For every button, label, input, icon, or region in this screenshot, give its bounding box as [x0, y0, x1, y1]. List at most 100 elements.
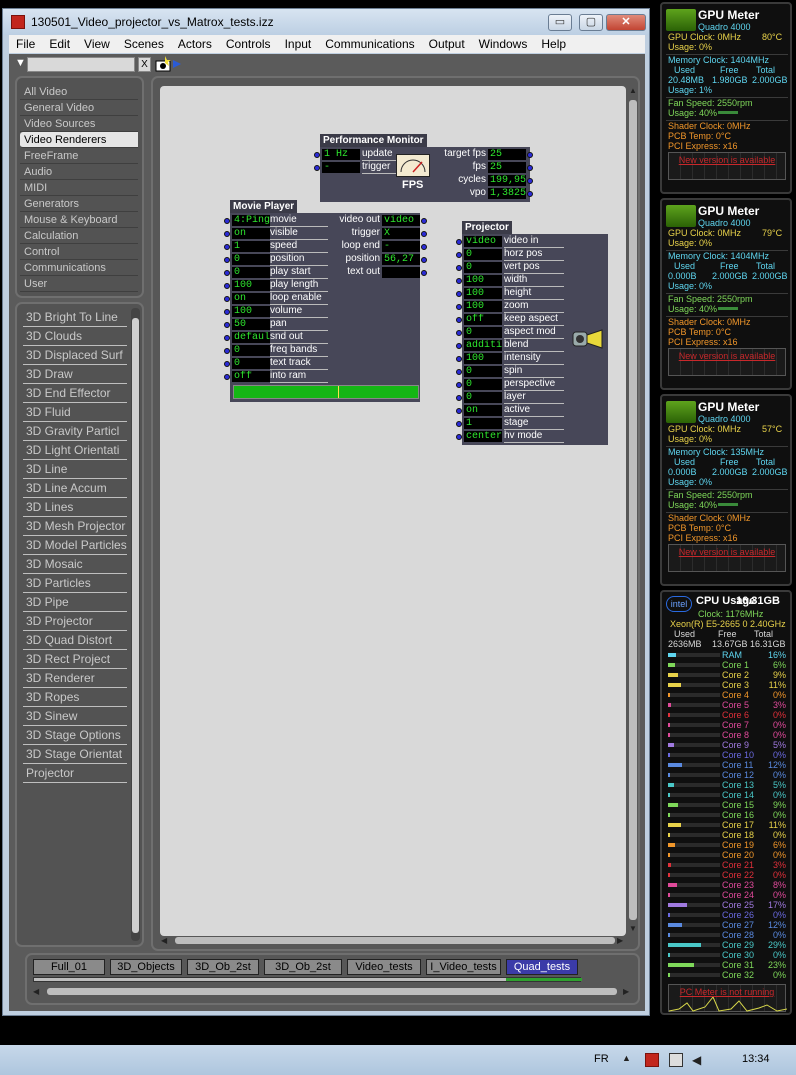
actor-list-item[interactable]: 3D Ropes: [23, 688, 127, 707]
input-port-dot[interactable]: [456, 343, 462, 349]
input-port-dot[interactable]: [224, 283, 230, 289]
menu-view[interactable]: View: [77, 35, 117, 52]
input-port-dot[interactable]: [314, 152, 320, 158]
input-port-dot[interactable]: [456, 304, 462, 310]
output-port-dot[interactable]: [527, 191, 533, 197]
category-item[interactable]: Calculation: [20, 228, 138, 244]
movie-progress-bar[interactable]: [233, 385, 419, 399]
input-port-dot[interactable]: [224, 348, 230, 354]
output-port-dot[interactable]: [421, 231, 427, 237]
input-value[interactable]: 100: [232, 306, 270, 317]
new-version-link[interactable]: New version is available: [669, 351, 785, 361]
category-item[interactable]: Mouse & Keyboard: [20, 212, 138, 228]
input-port-dot[interactable]: [456, 408, 462, 414]
title-bar[interactable]: 130501_Video_projector_vs_Matrox_tests.i…: [3, 9, 649, 35]
input-value[interactable]: 0: [232, 358, 270, 369]
actor-list-item[interactable]: 3D Renderer: [23, 669, 127, 688]
input-value[interactable]: 100: [464, 275, 502, 286]
input-port-dot[interactable]: [456, 278, 462, 284]
input-value[interactable]: default: [232, 332, 270, 343]
actor-list-item[interactable]: 3D Stage Orientat: [23, 745, 127, 764]
output-port-dot[interactable]: [421, 270, 427, 276]
canvas-horizontal-scrollbar[interactable]: ◀ ▶: [161, 936, 627, 946]
actor-list-scrollbar[interactable]: [131, 308, 140, 941]
scene-tab[interactable]: I_Video_tests: [426, 959, 501, 975]
canvas-vertical-scrollbar[interactable]: ▲ ▼: [628, 86, 638, 934]
input-value[interactable]: 1: [232, 241, 270, 252]
actor-list-item[interactable]: 3D Line: [23, 460, 127, 479]
category-item[interactable]: Generators: [20, 196, 138, 212]
input-value[interactable]: on: [232, 293, 270, 304]
actor-list-item[interactable]: 3D Gravity Particl: [23, 422, 127, 441]
input-port-dot[interactable]: [456, 382, 462, 388]
category-item[interactable]: All Video: [20, 84, 138, 100]
category-item[interactable]: MIDI: [20, 180, 138, 196]
filter-arrow-icon[interactable]: ▼: [15, 57, 26, 69]
input-value[interactable]: 0: [464, 392, 502, 403]
actor-list-item[interactable]: 3D Model Particles: [23, 536, 127, 555]
actor-list-item[interactable]: 3D Mesh Projector: [23, 517, 127, 536]
close-button[interactable]: ✕: [606, 14, 646, 31]
actor-list-item[interactable]: 3D Displaced Surf: [23, 346, 127, 365]
actor-list-item[interactable]: 3D Sinew: [23, 707, 127, 726]
category-item[interactable]: FreeFrame: [20, 148, 138, 164]
actor-title[interactable]: Movie Player: [230, 200, 298, 213]
gpu-meter-gadget[interactable]: GPU Meter Quadro 4000 GPU Clock: 0MHz 57°C U…: [660, 394, 792, 586]
movie-player-actor[interactable]: Movie Player 4:Ping_movieonvisible1speed…: [224, 200, 427, 402]
maximize-button[interactable]: ▢: [579, 14, 603, 31]
input-value[interactable]: 0: [232, 254, 270, 265]
category-item[interactable]: User: [20, 276, 138, 292]
input-value[interactable]: 1: [464, 418, 502, 429]
search-clear-button[interactable]: X: [138, 57, 151, 72]
input-port-dot[interactable]: [224, 231, 230, 237]
actor-list-item[interactable]: 3D End Effector: [23, 384, 127, 403]
output-port-dot[interactable]: [527, 152, 533, 158]
input-value[interactable]: on: [464, 405, 502, 416]
actor-list-item[interactable]: 3D Fluid: [23, 403, 127, 422]
scene-tab[interactable]: 3D_Ob_2st: [264, 959, 342, 975]
input-value[interactable]: 1 Hz: [322, 149, 360, 160]
input-value[interactable]: 0: [464, 249, 502, 260]
menu-input[interactable]: Input: [278, 35, 319, 52]
input-value[interactable]: 50: [232, 319, 270, 330]
scene-tab[interactable]: 3D_Objects: [110, 959, 182, 975]
menu-windows[interactable]: Windows: [472, 35, 535, 52]
input-value[interactable]: centere: [464, 431, 502, 442]
output-port-dot[interactable]: [527, 178, 533, 184]
actor-list-item[interactable]: 3D Mosaic: [23, 555, 127, 574]
input-value[interactable]: 4:Ping_: [232, 215, 270, 226]
actor-list-item[interactable]: 3D Lines: [23, 498, 127, 517]
input-port-dot[interactable]: [456, 356, 462, 362]
actor-list-item[interactable]: 3D Quad Distort: [23, 631, 127, 650]
scene-canvas[interactable]: Performance Monitor 1 Hz update - trigger F…: [160, 86, 626, 936]
actor-list-item[interactable]: 3D Pipe: [23, 593, 127, 612]
input-value[interactable]: 0: [232, 267, 270, 278]
input-port-dot[interactable]: [224, 244, 230, 250]
input-port-dot[interactable]: [456, 395, 462, 401]
scene-tab[interactable]: 3D_Ob_2st: [187, 959, 259, 975]
scene-tab[interactable]: Quad_tests: [506, 959, 578, 975]
output-port-dot[interactable]: [421, 218, 427, 224]
network-icon[interactable]: [669, 1053, 683, 1067]
output-port-dot[interactable]: [421, 244, 427, 250]
input-value[interactable]: off: [464, 314, 502, 325]
menu-help[interactable]: Help: [534, 35, 573, 52]
language-indicator[interactable]: FR: [594, 1053, 609, 1065]
show-hidden-icons-icon[interactable]: ▲: [622, 1053, 636, 1067]
actor-list-item[interactable]: 3D Stage Options: [23, 726, 127, 745]
actor-list-item[interactable]: Projector: [23, 764, 127, 783]
search-input[interactable]: [27, 57, 135, 72]
menu-output[interactable]: Output: [422, 35, 472, 52]
scene-tab[interactable]: Video_tests: [347, 959, 421, 975]
input-port-dot[interactable]: [224, 296, 230, 302]
clock[interactable]: 13:34: [742, 1053, 770, 1065]
input-port-dot[interactable]: [224, 309, 230, 315]
pc-meter-warning[interactable]: PC Meter is not running: [669, 987, 785, 997]
category-item[interactable]: General Video: [20, 100, 138, 116]
input-value[interactable]: 100: [464, 353, 502, 364]
category-item[interactable]: Control: [20, 244, 138, 260]
actor-title[interactable]: Projector: [462, 221, 512, 234]
input-port-dot[interactable]: [456, 434, 462, 440]
input-port-dot[interactable]: [456, 265, 462, 271]
input-port-dot[interactable]: [456, 239, 462, 245]
